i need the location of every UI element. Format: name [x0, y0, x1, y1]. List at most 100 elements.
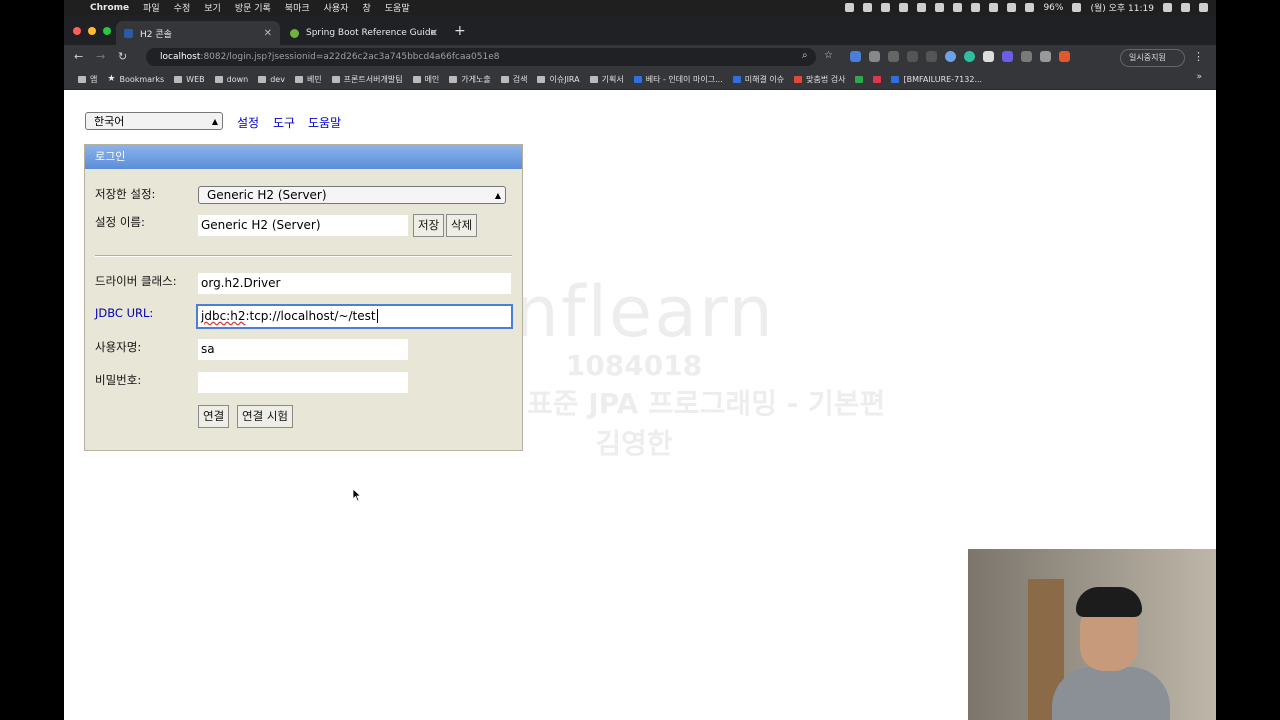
bookmark-folder-baemin[interactable]: 베민 — [294, 74, 322, 85]
bookmark-folder-search[interactable]: 검색 — [500, 74, 527, 85]
react-extension-icon[interactable] — [926, 51, 937, 62]
back-icon[interactable]: ← — [74, 50, 83, 63]
bookmark-bmfailure[interactable]: [BMFAILURE-7132... — [891, 75, 982, 84]
bookmark-apps[interactable]: 앱 — [78, 74, 97, 85]
chrome-menu-icon[interactable]: ⋮ — [1193, 50, 1204, 63]
status-info-icon[interactable] — [899, 3, 909, 12]
translate-extension-icon[interactable] — [850, 51, 861, 62]
orange-extension-icon[interactable] — [1059, 51, 1070, 62]
bookmark-pocket[interactable] — [873, 75, 882, 83]
password-input[interactable] — [198, 372, 408, 393]
menu-app-name[interactable]: Chrome — [90, 3, 129, 13]
menu-window[interactable]: 창 — [362, 1, 370, 14]
username-input[interactable]: sa — [198, 339, 408, 360]
tab-spring-boot-guide[interactable]: Spring Boot Reference Guide ✕ — [282, 21, 446, 45]
siri-icon[interactable] — [1181, 3, 1190, 12]
status-app-icon[interactable] — [845, 3, 855, 12]
bookmark-folder-frontserver[interactable]: 프론트서버개발팀 — [331, 74, 403, 85]
green-extension-icon[interactable] — [964, 51, 975, 62]
folder-icon — [412, 75, 421, 83]
url-path: :8082/login.jsp?jsessionid=a22d26c2ac3a7… — [200, 52, 500, 62]
settings-link[interactable]: 설정 — [237, 114, 259, 131]
tab-title: H2 콘솔 — [140, 29, 172, 40]
volume-icon[interactable] — [1025, 3, 1035, 12]
test-connection-button[interactable]: 연결 시험 — [237, 405, 293, 428]
folder-icon — [449, 75, 458, 83]
jdbc-url-input[interactable]: jdbc:h2:tcp://localhost/~/test — [196, 304, 513, 329]
connect-button[interactable]: 연결 — [198, 405, 230, 428]
blue-extension-icon[interactable] — [945, 51, 956, 62]
notification-center-icon[interactable] — [1199, 3, 1208, 12]
blocker-extension-icon[interactable] — [907, 51, 918, 62]
jsonview-extension-icon[interactable] — [869, 51, 880, 62]
bookmark-confluence[interactable]: 베타 - 인데이 마이그... — [633, 74, 723, 85]
saved-settings-label: 저장한 설정: — [95, 187, 156, 201]
close-tab-icon[interactable]: ✕ — [264, 28, 272, 39]
drive-extension-icon[interactable] — [1021, 51, 1032, 62]
pocket-extension-icon[interactable] — [888, 51, 899, 62]
bookmark-bookmarks[interactable]: ★ Bookmarks — [107, 74, 164, 84]
menu-bookmarks[interactable]: 북마크 — [285, 1, 310, 14]
save-button[interactable]: 저장 — [413, 214, 445, 237]
forward-icon[interactable]: → — [96, 50, 105, 63]
bookmark-folder-store[interactable]: 가게노출 — [449, 74, 491, 85]
green-bookmark-icon — [855, 75, 864, 83]
minimize-window-icon[interactable] — [88, 27, 96, 35]
status-g-icon[interactable] — [881, 3, 891, 12]
setting-name-input[interactable]: Generic H2 (Server) — [198, 215, 408, 236]
new-tab-icon[interactable]: + — [454, 23, 466, 39]
zoom-window-icon[interactable] — [103, 27, 111, 35]
menu-history[interactable]: 방문 기록 — [235, 1, 271, 14]
jdbc-url-label[interactable]: JDBC URL: — [95, 306, 153, 320]
profile-button[interactable]: 일시중지됨 — [1120, 49, 1185, 67]
menu-view[interactable]: 보기 — [204, 1, 221, 14]
close-tab-icon[interactable]: ✕ — [430, 28, 438, 39]
status-pin-icon[interactable] — [917, 3, 927, 12]
bookmark-folder-down[interactable]: down — [214, 75, 248, 84]
bookmark-green[interactable] — [855, 75, 864, 83]
menu-people[interactable]: 사용자 — [324, 1, 349, 14]
bookmark-spellcheck[interactable]: 맞춤법 검사 — [794, 74, 845, 85]
address-bar[interactable]: localhost:8082/login.jsp?jsessionid=a22d… — [146, 48, 816, 66]
menu-edit[interactable]: 수정 — [174, 1, 191, 14]
driver-class-input[interactable]: org.h2.Driver — [198, 273, 511, 294]
delete-button[interactable]: 삭제 — [446, 214, 478, 237]
bookmark-folder-main[interactable]: 메인 — [412, 74, 439, 85]
input-source-icon[interactable] — [1072, 3, 1082, 12]
login-panel: 로그인 저장한 설정: Generic H2 (Server) ▲ 설정 이름:… — [84, 144, 523, 451]
language-select[interactable]: 한국어 ▲ — [85, 112, 223, 130]
folder-icon — [537, 75, 546, 83]
battery-percent[interactable]: 96% — [1043, 3, 1063, 13]
password-label: 비밀번호: — [95, 373, 142, 387]
close-window-icon[interactable] — [73, 27, 81, 35]
bookmark-issues[interactable]: 미해결 이슈 — [732, 74, 784, 85]
menu-help[interactable]: 도움말 — [385, 1, 410, 14]
tab-h2-console[interactable]: H2 콘솔 ✕ — [116, 21, 280, 45]
search-icon[interactable]: ⌕ — [802, 50, 808, 61]
help-link[interactable]: 도움말 — [308, 114, 341, 131]
menu-file[interactable]: 파일 — [143, 1, 160, 14]
saved-settings-select[interactable]: Generic H2 (Server) ▲ — [198, 186, 506, 204]
bookmark-star-icon[interactable]: ☆ — [824, 50, 833, 61]
status-box-icon[interactable] — [971, 3, 981, 12]
status-cloud-icon[interactable] — [935, 3, 945, 12]
white-extension-icon[interactable] — [983, 51, 994, 62]
clock[interactable]: (월) 오후 11:19 — [1090, 1, 1154, 14]
qr-extension-icon[interactable] — [1040, 51, 1051, 62]
more-bookmarks-icon[interactable]: » — [1196, 72, 1202, 82]
bookmark-folder-dev[interactable]: dev — [258, 75, 285, 84]
purple-extension-icon[interactable] — [1002, 51, 1013, 62]
status-grid-icon[interactable] — [953, 3, 963, 12]
bookmark-folder-plan[interactable]: 기획서 — [589, 74, 624, 85]
spotlight-icon[interactable] — [1163, 3, 1172, 12]
window-controls — [73, 27, 111, 35]
bluetooth-icon[interactable] — [989, 3, 999, 12]
pocket-icon — [873, 75, 882, 83]
tools-link[interactable]: 도구 — [273, 114, 295, 131]
bookmark-folder-jira[interactable]: 이슈JIRA — [537, 74, 580, 85]
bookmark-folder-web[interactable]: WEB — [174, 75, 205, 84]
status-camera-icon[interactable] — [863, 3, 873, 12]
wifi-icon[interactable] — [1007, 3, 1017, 12]
folder-icon — [258, 75, 267, 83]
reload-icon[interactable]: ↻ — [118, 50, 127, 63]
